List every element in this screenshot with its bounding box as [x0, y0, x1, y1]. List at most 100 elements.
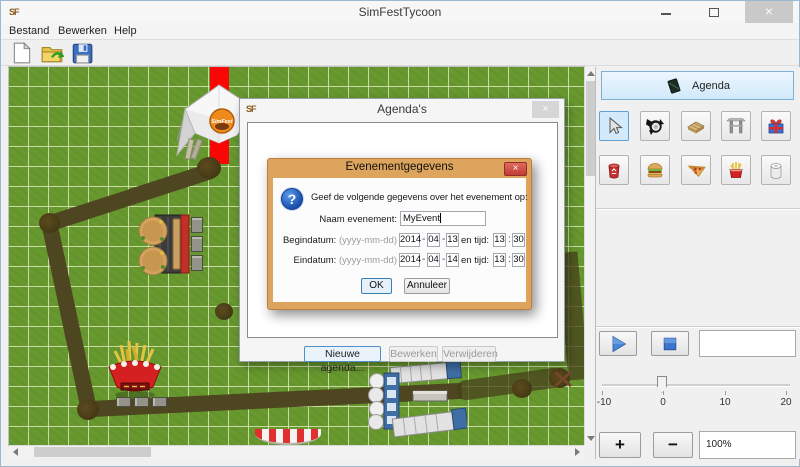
horizontal-scroll-thumb[interactable]	[34, 447, 151, 457]
scroll-left-icon[interactable]	[13, 448, 18, 456]
zoom-level-box: 100%	[699, 431, 796, 459]
speed-slider-thumb[interactable]	[657, 376, 667, 393]
minimize-button[interactable]	[651, 1, 683, 23]
cancel-button[interactable]: Annuleer	[404, 278, 450, 294]
event-name-input[interactable]: MyEvent	[400, 211, 486, 226]
spotlight-tool-button[interactable]	[640, 111, 670, 141]
end-time-label: en tijd:	[461, 255, 491, 266]
delete-agenda-button[interactable]: Verwijderen	[442, 346, 496, 362]
vertical-scrollbar[interactable]	[584, 67, 595, 445]
start-year-input[interactable]: 2014	[399, 233, 420, 247]
scroll-up-icon[interactable]	[587, 71, 595, 76]
spotlight-icon	[645, 116, 665, 136]
gift-icon	[766, 116, 786, 136]
play-button[interactable]	[599, 331, 637, 356]
end-hour-input[interactable]: 13	[493, 253, 506, 267]
fries-tool-button[interactable]	[721, 155, 751, 185]
end-date-label: Eindatum: (yyyy-mm-dd)	[273, 255, 397, 266]
event-name-value: MyEvent	[403, 213, 440, 224]
event-dialog-close-button[interactable]: ×	[504, 162, 527, 176]
agendas-dialog-close-button[interactable]: ×	[532, 101, 559, 118]
stop-button[interactable]	[651, 331, 689, 356]
pizza-icon	[686, 160, 706, 180]
event-name-label: Naam evenement:	[273, 214, 397, 225]
toilet-roll-tool-button[interactable]	[761, 155, 791, 185]
scroll-right-icon[interactable]	[575, 448, 580, 456]
horizontal-scrollbar[interactable]	[9, 445, 584, 458]
titlebar[interactable]: SF SimFestTycoon ×	[1, 1, 799, 23]
striped-tent-roof	[255, 429, 321, 445]
start-hour-input[interactable]: 13	[493, 233, 506, 247]
trashcan-tool-button[interactable]	[599, 155, 629, 185]
play-icon	[607, 334, 629, 354]
agenda-book-icon	[665, 77, 683, 95]
zoom-level-value: 100%	[706, 439, 732, 450]
start-time-label: en tijd:	[461, 235, 491, 246]
start-minute-input[interactable]: 30	[512, 233, 525, 247]
stage-icon	[726, 116, 746, 136]
right-panel: Agenda	[596, 67, 800, 459]
select-tool-icon	[604, 116, 624, 136]
dirt-path	[455, 367, 565, 402]
bench[interactable]	[116, 397, 131, 407]
slider-tick-ten: 10	[719, 397, 730, 408]
end-day-input[interactable]: 14	[446, 253, 459, 267]
event-data-dialog: Evenementgegevens × ? Geef de volgende g…	[267, 158, 532, 310]
event-prompt: Geef de volgende gegevens over het evene…	[311, 192, 528, 203]
vertical-scroll-thumb[interactable]	[586, 81, 595, 176]
stage-floor-icon	[686, 116, 706, 136]
toilet-containers[interactable]	[351, 359, 467, 443]
date-format-hint: (yyyy-mm-dd)	[339, 255, 397, 266]
marker-x-icon	[551, 367, 575, 391]
burger-icon	[645, 160, 665, 180]
bench[interactable]	[152, 397, 167, 407]
menu-bestand[interactable]: Bestand	[9, 25, 49, 37]
pizza-tool-button[interactable]	[681, 155, 711, 185]
stage-tool-button[interactable]	[721, 111, 751, 141]
slider-tick-min: -10	[597, 397, 611, 408]
start-month-input[interactable]: 04	[427, 233, 440, 247]
agenda-button-label: Agenda	[692, 80, 730, 92]
scroll-down-icon[interactable]	[587, 436, 595, 441]
app-window: SF SimFestTycoon × Bestand Bewerken Help	[0, 0, 800, 467]
bench[interactable]	[191, 236, 203, 252]
new-agenda-button[interactable]: Nieuwe agenda...	[304, 346, 381, 362]
agenda-button[interactable]: Agenda	[601, 71, 794, 100]
save-icon	[70, 41, 94, 65]
close-button[interactable]: ×	[745, 1, 793, 23]
agendas-dialog-title: Agenda's	[240, 102, 564, 116]
open-file-icon	[40, 41, 64, 65]
toolbar	[1, 41, 799, 66]
menubar: Bestand Bewerken Help	[1, 23, 799, 40]
burger-tool-button[interactable]	[640, 155, 670, 185]
burger-stand[interactable]	[137, 213, 195, 275]
end-month-input[interactable]: 04	[427, 253, 440, 267]
save-file-button[interactable]	[70, 41, 96, 65]
new-file-button[interactable]	[10, 41, 36, 65]
ok-button[interactable]: OK	[361, 278, 392, 294]
zoom-out-button[interactable]: −	[653, 432, 693, 458]
end-minute-input[interactable]: 30	[512, 253, 525, 267]
bench[interactable]	[134, 397, 149, 407]
bench[interactable]	[191, 217, 203, 233]
tent-logo-text: SimFest	[211, 119, 234, 125]
gift-tool-button[interactable]	[761, 111, 791, 141]
open-file-button[interactable]	[40, 41, 66, 65]
stage-floor-tool-button[interactable]	[681, 111, 711, 141]
stop-icon	[660, 334, 680, 354]
start-day-input[interactable]: 13	[446, 233, 459, 247]
speed-slider-track[interactable]	[602, 384, 790, 386]
slider-tick-zero: 0	[660, 397, 666, 408]
dirt-path	[41, 221, 96, 410]
maximize-button[interactable]	[697, 1, 731, 23]
status-box	[699, 330, 796, 357]
menu-help[interactable]: Help	[114, 25, 137, 37]
zoom-in-button[interactable]: +	[599, 432, 641, 458]
fries-stand[interactable]	[103, 339, 167, 401]
text-caret	[440, 213, 441, 223]
select-tool-button[interactable]	[599, 111, 629, 141]
end-year-input[interactable]: 2014	[399, 253, 420, 267]
edit-agenda-button[interactable]: Bewerken	[389, 346, 438, 362]
menu-bewerken[interactable]: Bewerken	[58, 25, 107, 37]
bench[interactable]	[191, 255, 203, 271]
